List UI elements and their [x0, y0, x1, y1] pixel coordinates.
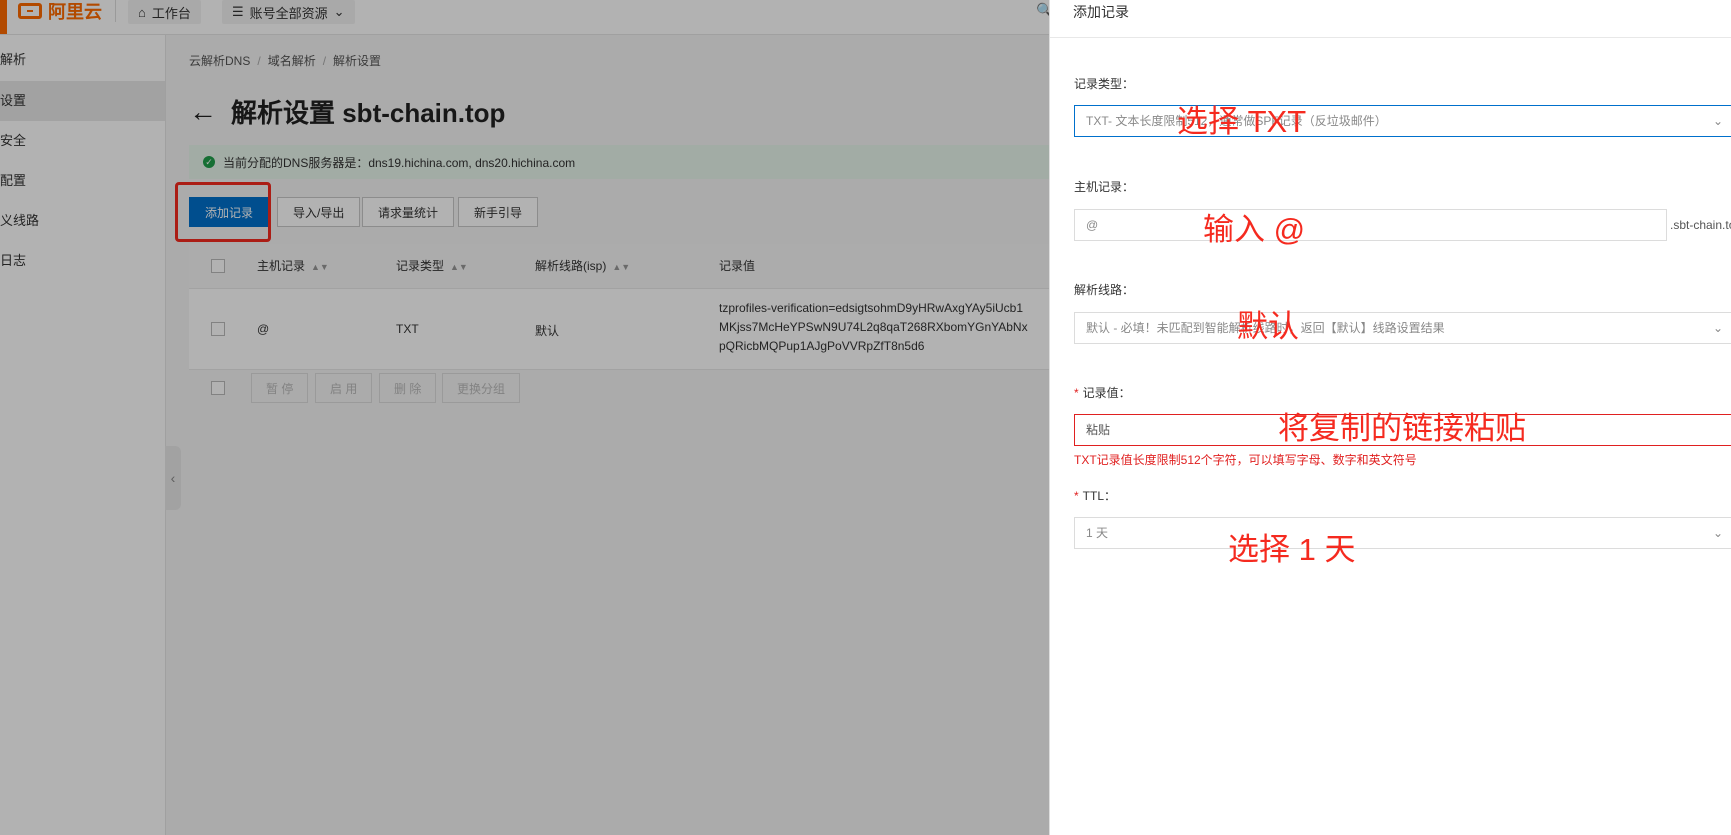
- chevron-down-icon: ⌄: [1712, 114, 1723, 128]
- record-value-label: * 记录值：: [1074, 384, 1131, 401]
- record-type-select[interactable]: TXT- 文本长度限制512，通常做SPF记录（反垃圾邮件） ⌄: [1074, 105, 1731, 137]
- record-type-label: 记录类型：: [1074, 77, 1135, 91]
- ttl-value: 1 天: [1086, 526, 1109, 540]
- drawer-divider: [1050, 37, 1731, 38]
- add-record-drawer: 添加记录 记录类型： TXT- 文本长度限制512，通常做SPF记录（反垃圾邮件…: [1049, 0, 1731, 835]
- ttl-label-text: TTL：: [1082, 489, 1117, 503]
- line-label: 解析线路：: [1074, 283, 1135, 297]
- host-record-input[interactable]: @: [1074, 209, 1667, 241]
- domain-suffix: .sbt-chain.to: [1670, 218, 1731, 232]
- chevron-down-icon: ⌄: [1712, 526, 1723, 540]
- record-value-label-text: 记录值：: [1082, 386, 1131, 400]
- drawer-title: 添加记录: [1073, 4, 1129, 20]
- record-value-error: TXT记录值长度限制512个字符，可以填写字母、数字和英文符号: [1074, 453, 1417, 467]
- annotation-select-txt: 选择 TXT: [1177, 104, 1307, 139]
- chevron-down-icon: ⌄: [1712, 321, 1723, 335]
- ttl-select[interactable]: 1 天 ⌄: [1074, 517, 1731, 549]
- required-marker: *: [1074, 489, 1079, 503]
- annotation-input-at: 输入 @: [1203, 212, 1306, 247]
- required-marker: *: [1074, 386, 1079, 400]
- line-select[interactable]: 默认 - 必填！未匹配到智能解析线路时，返回【默认】线路设置结果 ⌄: [1074, 312, 1731, 344]
- annotation-paste-link: 将复制的链接粘贴: [1278, 411, 1526, 446]
- host-record-label: 主机记录：: [1074, 180, 1135, 194]
- annotation-select-1day: 选择 1 天: [1228, 532, 1356, 567]
- modal-overlay[interactable]: [0, 0, 1049, 835]
- annotation-default: 默认: [1237, 309, 1299, 344]
- ttl-label: * TTL：: [1074, 487, 1116, 504]
